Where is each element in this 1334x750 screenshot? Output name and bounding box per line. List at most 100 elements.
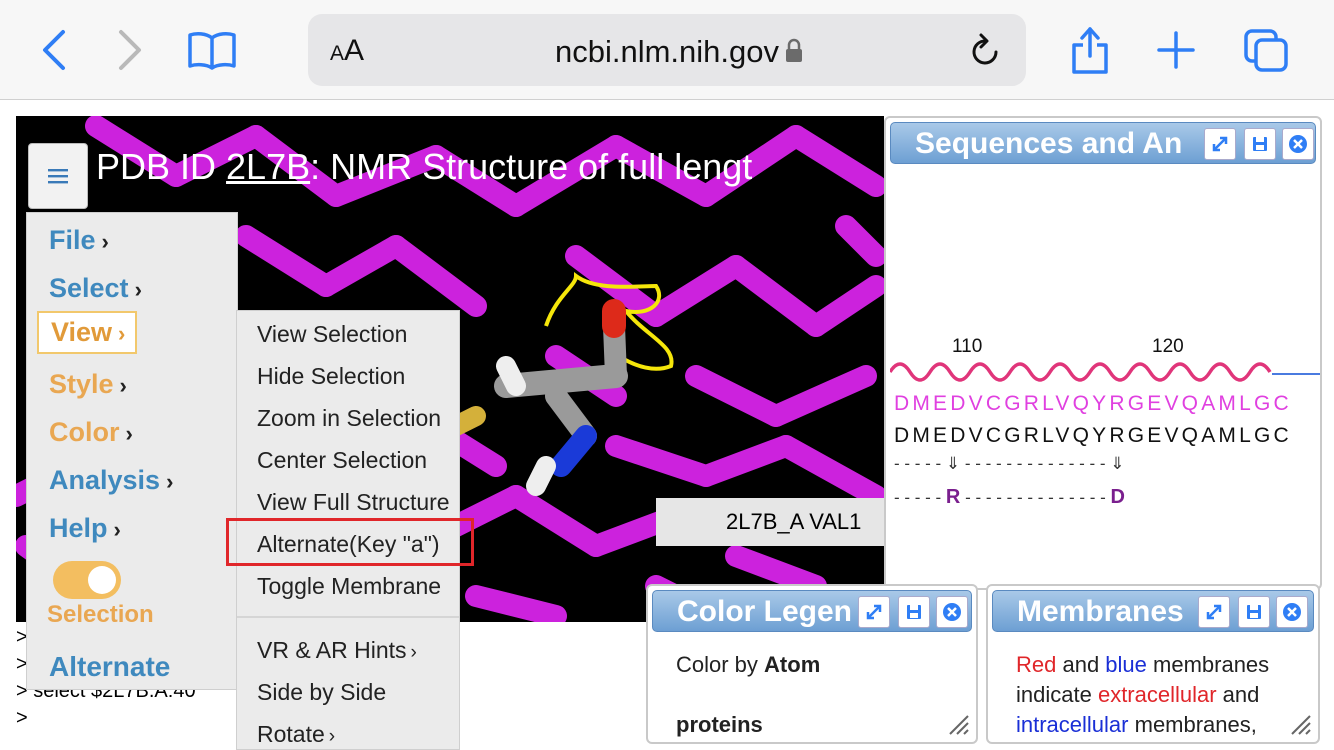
menu-label: Color	[49, 417, 120, 447]
residue-annotation-row: - - - - - R - - - - - - - - - - - - - - …	[894, 486, 1318, 509]
chevron-right-icon: ›	[328, 726, 336, 747]
selection-toggle[interactable]	[53, 561, 121, 599]
annotation-R[interactable]: R	[946, 486, 960, 508]
text-and: and	[1216, 682, 1260, 707]
submenu-rotate[interactable]: Rotate ›	[257, 721, 335, 748]
menu-item-color[interactable]: Color ›	[49, 417, 133, 448]
title-suffix: : NMR Structure of full lengt	[310, 146, 753, 187]
arrow-annotation-row: - - - - - ⇓ - - - - - - - - - - - - - - …	[894, 454, 1125, 473]
save-icon[interactable]	[1238, 596, 1270, 628]
submenu-view-full-structure[interactable]: View Full Structure	[257, 489, 450, 516]
chevron-right-icon: ›	[125, 421, 133, 446]
dash-segment: - - - - -	[894, 488, 946, 507]
forward-icon[interactable]	[100, 18, 160, 82]
seq-ruler-110: 110	[952, 336, 983, 357]
reload-icon[interactable]	[968, 30, 1004, 75]
structure-title: PDB ID 2L7B: NMR Structure of full lengt	[96, 146, 752, 188]
submenu-view-selection[interactable]: View Selection	[257, 321, 407, 348]
tabs-icon[interactable]	[1236, 18, 1296, 82]
address-bar[interactable]: AA ncbi.nlm.nih.gov	[308, 14, 1026, 86]
submenu-label: Rotate	[257, 721, 325, 747]
hamburger-icon	[48, 169, 68, 184]
chevron-right-icon: ›	[134, 277, 142, 302]
membranes-line-3: intracellular membranes,	[1016, 710, 1257, 740]
membranes-dialog: Membranes Red and blue membranes indicat…	[986, 584, 1320, 744]
submenu-side-by-side[interactable]: Side by Side	[257, 679, 386, 706]
helix-track	[890, 362, 1320, 382]
expand-icon[interactable]	[858, 596, 890, 628]
seq-ruler-120: 120	[1152, 336, 1184, 357]
title-prefix: PDB ID	[96, 146, 227, 187]
menu-item-select[interactable]: Select ›	[49, 273, 142, 304]
selection-toggle-label: Selection	[47, 601, 154, 628]
resize-handle-icon[interactable]	[1288, 712, 1312, 736]
chevron-right-icon: ›	[118, 321, 126, 346]
menu-item-file[interactable]: File ›	[49, 225, 109, 256]
chevron-right-icon: ›	[166, 469, 174, 494]
menu-item-style[interactable]: Style ›	[49, 369, 127, 400]
save-icon[interactable]	[898, 596, 930, 628]
menu-label: View	[51, 317, 113, 347]
main-menu: File › Select › View › Style › Color › Analys…	[26, 212, 238, 690]
menu-label: Select	[49, 273, 129, 303]
menu-label: File	[49, 225, 96, 255]
expand-icon[interactable]	[1204, 128, 1236, 160]
submenu-divider	[237, 616, 459, 618]
pdb-id-link[interactable]: 2L7B	[226, 146, 310, 187]
sequences-dialog: Sequences and An	[884, 116, 1322, 590]
submenu-hide-selection[interactable]: Hide Selection	[257, 363, 405, 390]
expand-icon[interactable]	[1198, 596, 1230, 628]
new-tab-icon[interactable]	[1146, 18, 1206, 82]
color-legend-dialog: Color Legen Color by Atom proteins	[646, 584, 978, 744]
page: AA ncbi.nlm.nih.gov PDB ID 2L7B: NMR Str…	[0, 0, 1334, 750]
alternate-button[interactable]: Alternate	[49, 651, 170, 683]
resize-handle-icon[interactable]	[946, 712, 970, 736]
submenu-zoom-in-selection[interactable]: Zoom in Selection	[257, 405, 441, 432]
red-word: Red	[1016, 652, 1057, 677]
menu-label: Style	[49, 369, 114, 399]
annotation-D[interactable]: D	[1110, 486, 1124, 508]
menu-item-view[interactable]: View ›	[37, 311, 138, 354]
close-icon[interactable]	[1282, 128, 1314, 160]
bookmarks-icon[interactable]	[182, 18, 242, 82]
sequence-structure-row[interactable]: DMEDVCGRLVQYRGEVQAMLGC	[894, 392, 1318, 416]
color-by-line: Color by Atom	[676, 650, 820, 680]
menu-label: Analysis	[49, 465, 161, 495]
submenu-toggle-membrane[interactable]: Toggle Membrane	[257, 573, 441, 600]
color-legend-title: Color Legen	[677, 595, 853, 628]
close-icon[interactable]	[936, 596, 968, 628]
dash-segment: - - - - - - - - - - - - - -	[960, 488, 1111, 507]
menu-item-analysis[interactable]: Analysis ›	[49, 465, 173, 496]
url-text: ncbi.nlm.nih.gov	[554, 34, 779, 69]
membranes-title: Membranes	[1017, 595, 1184, 628]
highlight-annotation-box	[226, 518, 474, 566]
toggle-knob	[88, 566, 116, 594]
text-membranes: membranes	[1146, 652, 1270, 677]
back-icon[interactable]	[24, 18, 84, 82]
hamburger-menu-button[interactable]	[28, 143, 88, 209]
chevron-right-icon: ›	[410, 642, 417, 663]
extracellular-word: extracellular	[1097, 682, 1217, 707]
chevron-right-icon: ›	[113, 517, 121, 542]
submenu-label: VR & AR Hints	[257, 637, 407, 663]
chevron-right-icon: ›	[119, 373, 127, 398]
share-icon[interactable]	[1060, 18, 1120, 82]
submenu-vr-ar-hints[interactable]: VR & AR Hints ›	[257, 637, 417, 664]
save-icon[interactable]	[1244, 128, 1276, 160]
close-icon[interactable]	[1276, 596, 1308, 628]
browser-toolbar: AA ncbi.nlm.nih.gov	[0, 0, 1334, 100]
chevron-right-icon: ›	[101, 229, 109, 254]
menu-item-help[interactable]: Help ›	[49, 513, 121, 544]
submenu-center-selection[interactable]: Center Selection	[257, 447, 427, 474]
menu-label: Help	[49, 513, 108, 543]
membranes-line-1: Red and blue membranes	[1016, 650, 1269, 680]
lock-icon	[784, 38, 804, 69]
color-by-prefix: Color by	[676, 652, 765, 677]
blue-word: blue	[1105, 652, 1147, 677]
intracellular-word: intracellular	[1016, 712, 1129, 737]
color-by-value: Atom	[764, 652, 821, 677]
residue-hover-label: 2L7B_A VAL1	[656, 498, 884, 546]
sequence-reference-row[interactable]: DMEDVCGRLVQYRGEVQAMLGC	[894, 424, 1318, 448]
text-and: and	[1056, 652, 1106, 677]
membranes-line-2: indicate extracellular and	[1016, 680, 1259, 710]
